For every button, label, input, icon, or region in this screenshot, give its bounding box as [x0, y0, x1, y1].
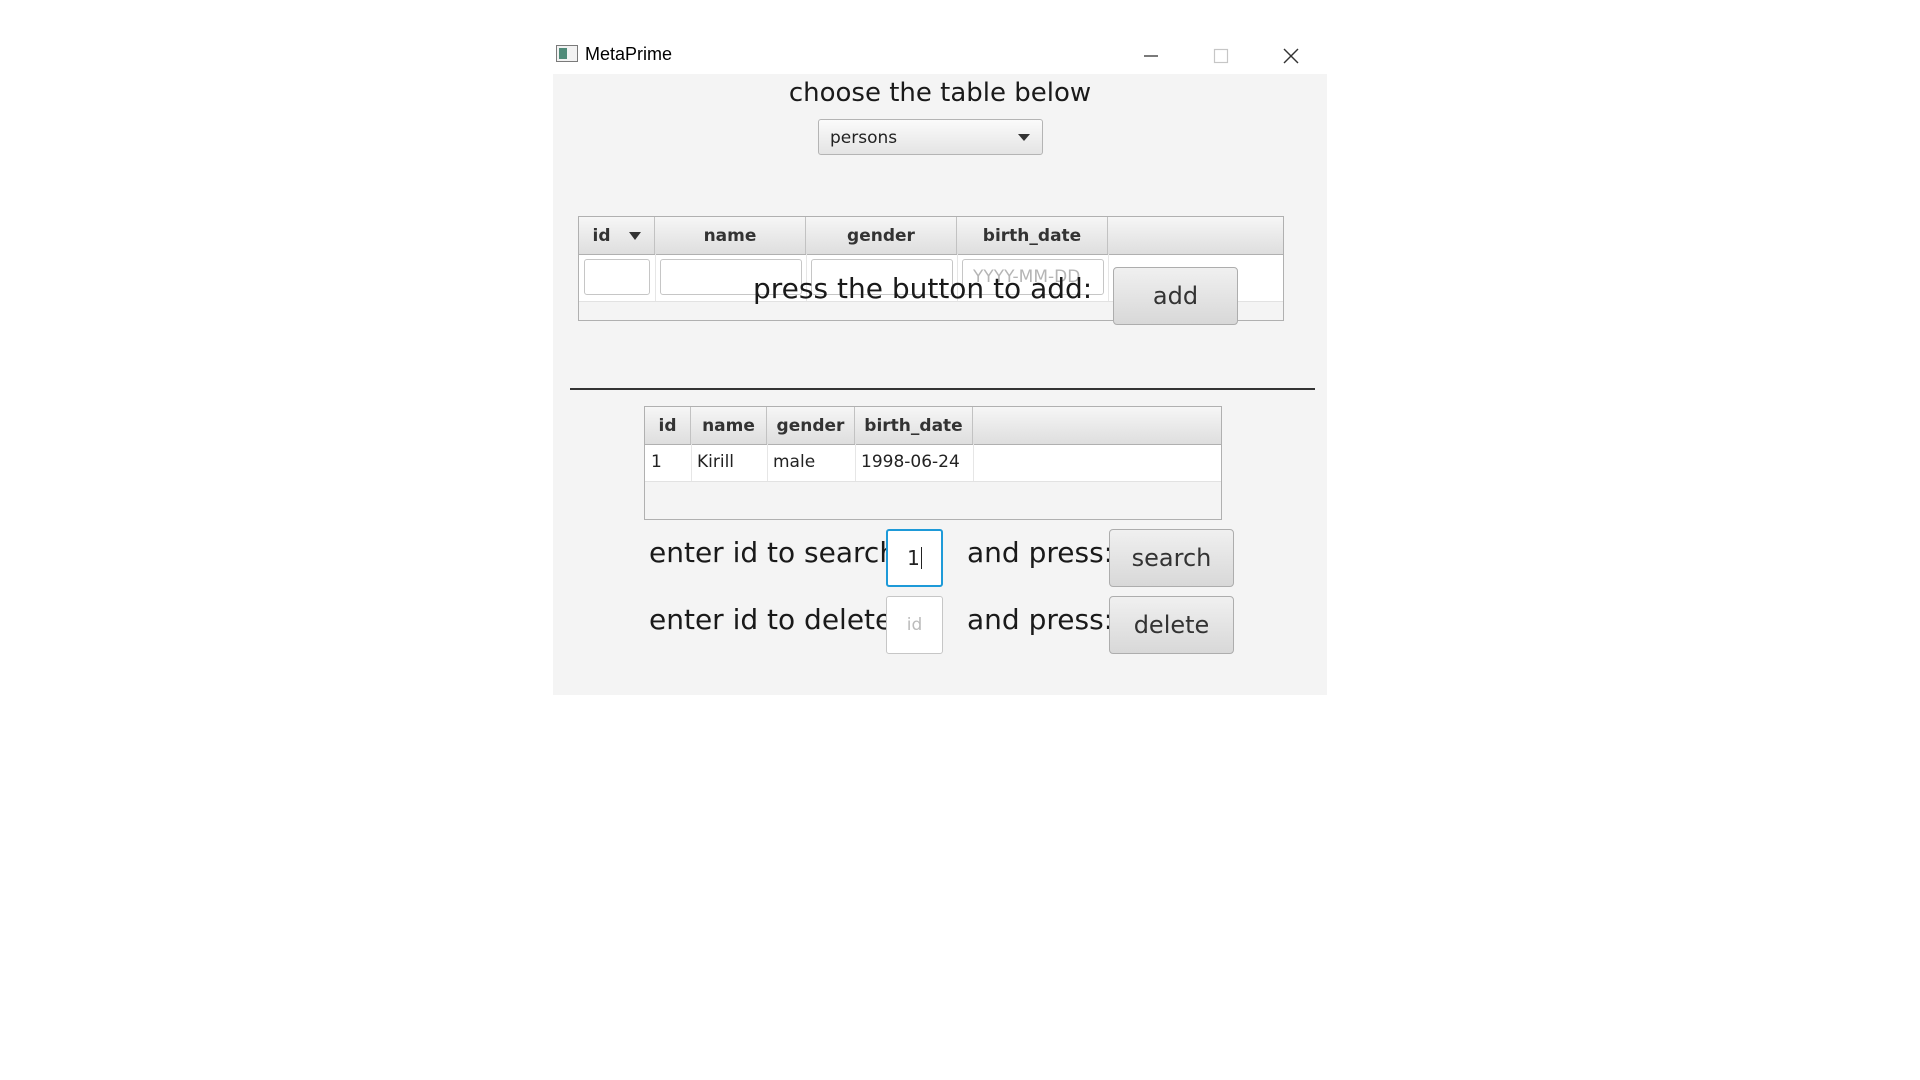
close-icon [1283, 48, 1299, 63]
column-header-id[interactable]: id [645, 407, 691, 444]
id-input[interactable] [584, 259, 650, 295]
cell-id: 1 [651, 452, 662, 472]
minimize-icon [1144, 54, 1158, 57]
column-header-name[interactable]: name [655, 217, 806, 254]
cell-name: Kirill [697, 452, 735, 472]
search-id-input[interactable]: 1 [886, 529, 943, 587]
column-header-name[interactable]: name [691, 407, 767, 444]
separator [570, 388, 1315, 390]
delete-id-input[interactable]: id [886, 596, 943, 654]
column-header-filler [1108, 217, 1283, 254]
delete-button[interactable]: delete [1109, 596, 1234, 654]
app-icon [556, 45, 578, 62]
table-row[interactable]: 1 Kirill male 1998-06-24 [645, 444, 1221, 480]
column-header-birth-date[interactable]: birth_date [855, 407, 973, 444]
column-header-gender[interactable]: gender [806, 217, 957, 254]
results-table-header: id name gender birth_date [645, 407, 1221, 445]
column-header-filler [973, 407, 1221, 444]
app-window: MetaPrime choose the table below persons… [553, 37, 1327, 695]
maximize-icon [1213, 48, 1229, 63]
minimize-button[interactable] [1116, 37, 1186, 74]
close-button[interactable] [1256, 37, 1326, 74]
window-title: MetaPrime [585, 44, 673, 64]
column-header-birth-date[interactable]: birth_date [957, 217, 1108, 254]
add-button[interactable]: add [1113, 267, 1238, 325]
text-cursor [920, 547, 922, 569]
search-press-label: and press: [967, 536, 1114, 569]
empty-row [645, 481, 1221, 519]
cell-gender: male [773, 452, 816, 472]
table-select[interactable]: persons [818, 119, 1043, 155]
input-table-header: id name gender birth_date [579, 217, 1283, 255]
chevron-down-icon [1018, 134, 1030, 141]
maximize-button[interactable] [1186, 37, 1256, 74]
title-bar[interactable]: MetaPrime [553, 37, 1327, 74]
cell-birth-date: 1998-06-24 [861, 452, 960, 472]
search-button[interactable]: search [1109, 529, 1234, 587]
add-instruction-label: press the button to add: [753, 272, 1093, 305]
delete-instruction-label: enter id to delete [649, 603, 893, 636]
column-header-id[interactable]: id [579, 217, 655, 254]
choose-table-label: choose the table below [788, 78, 1092, 108]
column-header-gender[interactable]: gender [767, 407, 855, 444]
results-table: id name gender birth_date 1 Kirill male … [644, 406, 1222, 520]
delete-press-label: and press: [967, 603, 1114, 636]
search-instruction-label: enter id to search [649, 536, 898, 569]
table-select-value: persons [830, 128, 898, 148]
sort-descending-icon [628, 231, 641, 240]
window-content: choose the table below persons id name g… [553, 74, 1327, 695]
